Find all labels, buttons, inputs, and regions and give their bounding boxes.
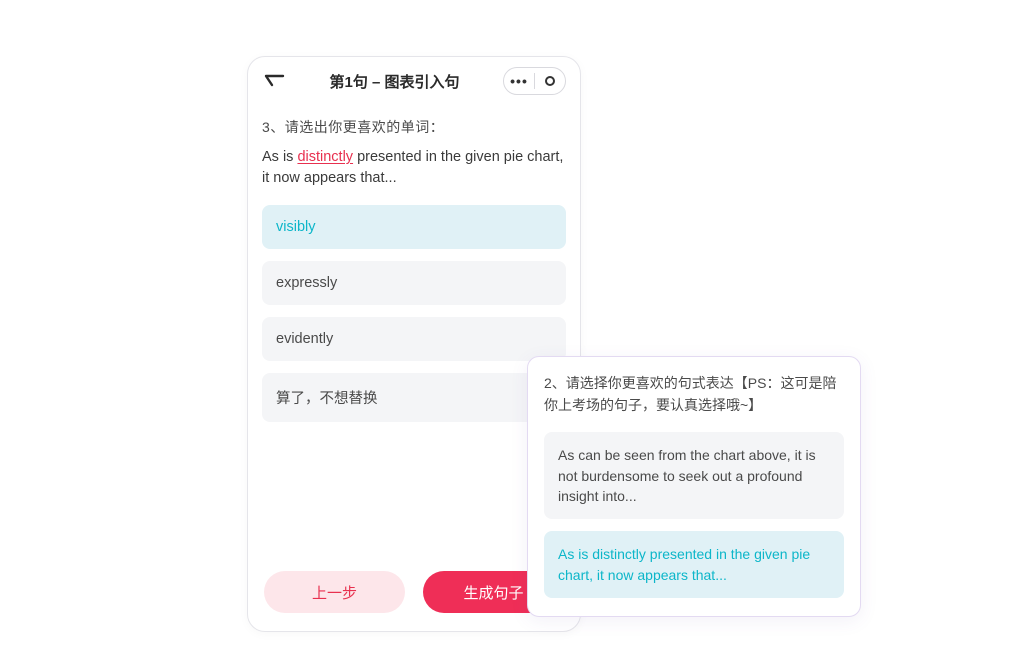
question-prompt-text: 请选出你更喜欢的单词： — [285, 119, 445, 135]
ellipsis-icon: ••• — [510, 73, 528, 89]
word-option-label: visibly — [276, 219, 315, 235]
prev-button[interactable]: 上一步 — [264, 571, 405, 613]
prev-button-label: 上一步 — [312, 582, 357, 603]
sentence-option-label: As is distinctly presented in the given … — [558, 546, 810, 582]
word-option-label: evidently — [276, 331, 333, 347]
word-option[interactable]: evidently — [262, 317, 566, 361]
example-sentence: As is distinctly presented in the given … — [262, 147, 566, 189]
generate-button-label: 生成句子 — [463, 582, 523, 603]
word-option[interactable]: expressly — [262, 261, 566, 305]
capsule-close-button[interactable] — [535, 68, 565, 94]
topbar: 第1句 – 图表引入句 ••• — [248, 57, 580, 105]
question-prompt: 3、请选出你更喜欢的单词： — [262, 117, 566, 137]
page-title: 第1句 – 图表引入句 — [286, 71, 503, 92]
word-option-label: expressly — [276, 275, 337, 291]
word-option[interactable]: 算了，不想替换 — [262, 373, 566, 422]
sentence-pre: As is — [262, 149, 297, 165]
weixin-capsule: ••• — [503, 67, 566, 95]
popup-prompt: 2、请选择你更喜欢的句式表达【PS：这可是陪你上考场的句子，要认真选择哦~】 — [544, 373, 844, 416]
word-option[interactable]: visibly — [262, 205, 566, 249]
sentence-option-label: As can be seen from the chart above, it … — [558, 447, 816, 504]
capsule-menu-button[interactable]: ••• — [504, 68, 534, 94]
target-icon — [545, 76, 555, 86]
sentence-option[interactable]: As is distinctly presented in the given … — [544, 531, 844, 598]
back-arrow-icon — [263, 73, 285, 89]
back-button[interactable] — [262, 69, 286, 93]
sentence-style-popup: 2、请选择你更喜欢的句式表达【PS：这可是陪你上考场的句子，要认真选择哦~】 A… — [527, 356, 861, 617]
word-option-label: 算了，不想替换 — [276, 391, 378, 407]
highlighted-word: distinctly — [297, 149, 353, 165]
question-number: 3、 — [262, 119, 285, 135]
sentence-option[interactable]: As can be seen from the chart above, it … — [544, 432, 844, 519]
